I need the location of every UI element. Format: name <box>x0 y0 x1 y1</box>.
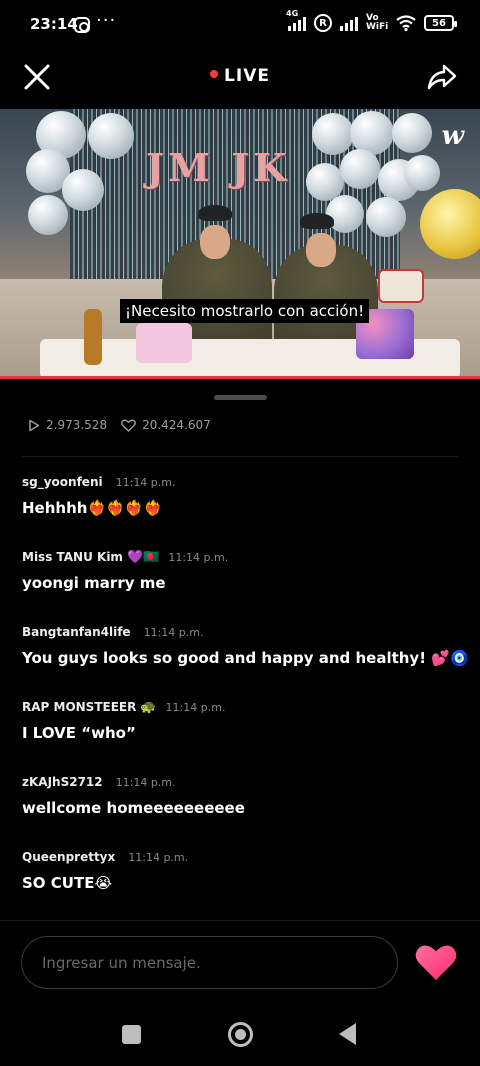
roaming-icon: R <box>314 14 332 32</box>
comment-item: sg_yoonfeni 11:14 p.m. Hehhhh❤️‍🔥❤️‍🔥❤️‍🔥… <box>22 473 462 548</box>
comment-time: 11:14 p.m. <box>115 775 176 789</box>
comment-username[interactable]: Bangtanfan4life <box>22 625 131 639</box>
comment-time: 11:14 p.m. <box>165 700 226 714</box>
message-input[interactable] <box>21 936 398 989</box>
comment-text: wellcome homeeeeeeeeee <box>22 799 245 817</box>
video-progress-bar <box>0 376 480 379</box>
likes-stat: 20.424.607 <box>121 418 211 432</box>
beret-left <box>198 205 232 221</box>
plays-count: 2.973.528 <box>46 418 108 432</box>
live-header: LIVE <box>0 52 480 108</box>
balloon <box>404 155 440 191</box>
play-icon <box>29 419 40 431</box>
live-subtitle: ¡Necesito mostrarlo con acción! <box>120 299 370 323</box>
recents-button[interactable] <box>122 1025 141 1044</box>
weverse-logo-icon: w <box>441 121 464 151</box>
status-icons: 4G R Vo WiFi 56 <box>286 9 457 32</box>
comment-username[interactable]: zKAJhS2712 <box>22 775 103 789</box>
comment-item: RAP MONSTEEER 🐢 11:14 p.m. I LOVE “who” <box>22 698 462 773</box>
comment-item: zKAJhS2712 11:14 p.m. wellcome homeeeeeee… <box>22 773 462 848</box>
comment-username[interactable]: sg_yoonfeni <box>22 475 103 489</box>
comment-username[interactable]: Miss TANU Kim <box>22 550 123 564</box>
live-label: LIVE <box>224 66 270 86</box>
face-right <box>306 233 336 267</box>
signal-icon-2 <box>340 15 358 31</box>
back-button[interactable] <box>339 1023 356 1045</box>
comment-username[interactable]: RAP MONSTEEER <box>22 700 136 714</box>
wifi-icon <box>396 15 416 31</box>
stats-divider <box>22 456 458 457</box>
comment-username[interactable]: Queenprettyx <box>22 850 115 864</box>
plays-stat: 2.973.528 <box>28 418 107 432</box>
beret-right <box>300 213 334 229</box>
composer-divider <box>0 920 480 921</box>
balloon <box>88 113 134 159</box>
balloon-letters: JM JK <box>146 145 291 190</box>
comment-item: Bangtanfan4life 11:14 p.m. You guys looks… <box>22 623 469 698</box>
instagram-icon <box>74 17 90 33</box>
balloon <box>326 195 364 233</box>
vowifi-label: Vo WiFi <box>366 13 389 32</box>
comment-text: SO CUTE😭 <box>22 874 112 892</box>
balloon <box>392 113 432 153</box>
gold-balloon <box>420 189 480 259</box>
comment-time: 11:14 p.m. <box>115 475 176 489</box>
live-stats: 2.973.528 20.424.607 <box>28 418 225 432</box>
comment-item: Queenprettyx 11:14 p.m. SO CUTE😭 <box>22 848 462 923</box>
comment-text: You guys looks so good and happy and hea… <box>22 649 469 667</box>
snack-box <box>378 269 424 303</box>
heart-outline-icon <box>121 418 136 432</box>
network-type: 4G <box>286 9 299 18</box>
system-nav-bar <box>0 1000 480 1066</box>
comment-badge: 🐢 <box>140 699 157 715</box>
comment-time: 11:14 p.m. <box>143 625 204 639</box>
status-bar: 23:14 ··· 4G R Vo WiFi 56 <box>0 0 480 52</box>
battery-icon: 56 <box>424 15 457 31</box>
balloon <box>366 197 406 237</box>
balloon <box>340 149 380 189</box>
comment-item: Miss TANU Kim 💜🇧🇩 11:14 p.m. yoongi marry … <box>22 548 462 623</box>
likes-count: 20.424.607 <box>142 418 211 432</box>
bottle <box>84 309 102 365</box>
comment-text: yoongi marry me <box>22 574 166 592</box>
status-time: 23:14 <box>30 15 78 33</box>
live-video-player[interactable]: JM JK ¡Necesito mostrarlo con acción! w <box>0 109 480 376</box>
live-dot-icon <box>210 70 219 78</box>
comment-text: Hehhhh❤️‍🔥❤️‍🔥❤️‍🔥❤️‍🔥 <box>22 499 163 517</box>
more-notifications-icon: ··· <box>96 10 117 31</box>
balloon <box>62 169 104 211</box>
comment-time: 11:14 p.m. <box>128 850 189 864</box>
live-indicator: LIVE <box>0 66 480 86</box>
comment-list[interactable]: sg_yoonfeni 11:14 p.m. Hehhhh❤️‍🔥❤️‍🔥❤️‍🔥… <box>22 473 469 923</box>
comment-text: I LOVE “who” <box>22 724 136 742</box>
cake-pink <box>136 323 192 363</box>
share-icon[interactable] <box>426 62 458 92</box>
balloon <box>28 195 68 235</box>
balloon <box>312 113 354 155</box>
drag-handle[interactable] <box>214 395 267 400</box>
home-button[interactable] <box>228 1022 253 1047</box>
face-left <box>200 225 230 259</box>
heart-like-button[interactable] <box>414 942 458 982</box>
comment-badge: 💜🇧🇩 <box>126 549 160 565</box>
comment-time: 11:14 p.m. <box>168 550 229 564</box>
